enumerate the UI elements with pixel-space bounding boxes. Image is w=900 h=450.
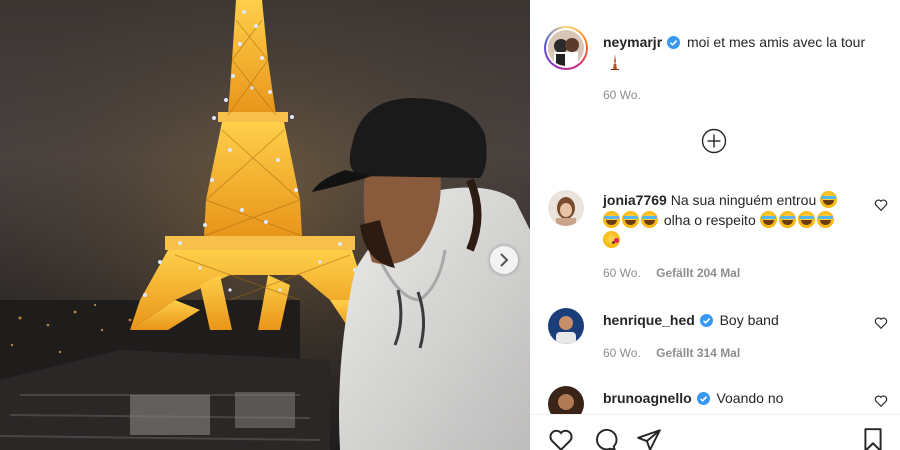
commenter-avatar[interactable] (548, 386, 584, 414)
tears-of-joy-emoji (603, 211, 620, 228)
tears-of-joy-emoji (759, 211, 777, 228)
commenter-avatar[interactable] (548, 190, 584, 226)
comment-text-part-1: Na sua ninguém entrou (670, 192, 817, 208)
comment-timestamp[interactable]: 60 Wo. (603, 346, 641, 360)
heart-icon[interactable] (874, 198, 888, 212)
carousel-next-button[interactable] (490, 246, 518, 274)
comment-item: henrique_hed Boy band 60 Wo. Gefällt 314… (548, 308, 888, 368)
comment-meta: 60 Wo. Gefällt 204 Mal (603, 266, 752, 280)
tears-of-joy-emoji (820, 191, 838, 208)
comment-item: brunoagnello Voando no (548, 386, 888, 414)
author-avatar[interactable] (544, 26, 588, 70)
post-detail-panel: neymarjr moi et mes amis avec la tour 60… (530, 0, 900, 450)
verified-badge-icon (699, 314, 713, 327)
post-caption: neymarjr moi et mes amis avec la tour (603, 32, 873, 72)
plus-circle-icon[interactable] (701, 128, 727, 154)
comment-meta: 60 Wo. Gefällt 314 Mal (603, 346, 752, 360)
comment-like-count[interactable]: Gefällt 204 Mal (656, 266, 740, 280)
heart-icon[interactable] (548, 427, 574, 450)
kissing-face-emoji (603, 231, 620, 248)
heart-icon[interactable] (874, 316, 888, 330)
commenter-avatar[interactable] (548, 308, 584, 344)
tokyo-tower-emoji (611, 54, 619, 71)
comment-timestamp[interactable]: 60 Wo. (603, 266, 641, 280)
avatar-image (548, 386, 584, 414)
caption-text: moi et mes amis avec la tour (686, 34, 866, 50)
tears-of-joy-emoji (622, 211, 639, 228)
bookmark-icon[interactable] (860, 427, 886, 450)
tears-of-joy-emoji (816, 211, 834, 228)
avatar-image (548, 190, 584, 226)
heart-icon[interactable] (874, 394, 888, 408)
verified-badge-icon (667, 36, 681, 49)
tears-of-joy-emoji (641, 211, 658, 228)
comment-text: Boy band (719, 312, 779, 328)
tears-of-joy-emoji (797, 211, 815, 228)
avatar-image (548, 30, 584, 66)
comment-username[interactable]: jonia7769 (603, 192, 667, 208)
comment-username[interactable]: henrique_hed (603, 312, 695, 328)
comment-text-part-2: olha o respeito (663, 212, 756, 228)
chevron-right-icon (500, 253, 509, 267)
tears-of-joy-emoji (778, 211, 796, 228)
eiffel-tower-night-scene (0, 0, 530, 450)
comment-text: Voando no (716, 390, 784, 406)
comment-username[interactable]: brunoagnello (603, 390, 692, 406)
post-action-bar (530, 414, 900, 450)
comment-icon[interactable] (592, 427, 618, 450)
caption-timestamp[interactable]: 60 Wo. (603, 88, 641, 102)
verified-badge-icon (696, 392, 710, 405)
comment-like-count[interactable]: Gefällt 314 Mal (656, 346, 740, 360)
post-photo[interactable] (0, 0, 530, 450)
share-icon[interactable] (636, 427, 662, 450)
avatar-image (548, 308, 584, 344)
comment-item: jonia7769 Na sua ninguém entrou olha o r… (548, 190, 888, 290)
caption-username[interactable]: neymarjr (603, 34, 662, 50)
